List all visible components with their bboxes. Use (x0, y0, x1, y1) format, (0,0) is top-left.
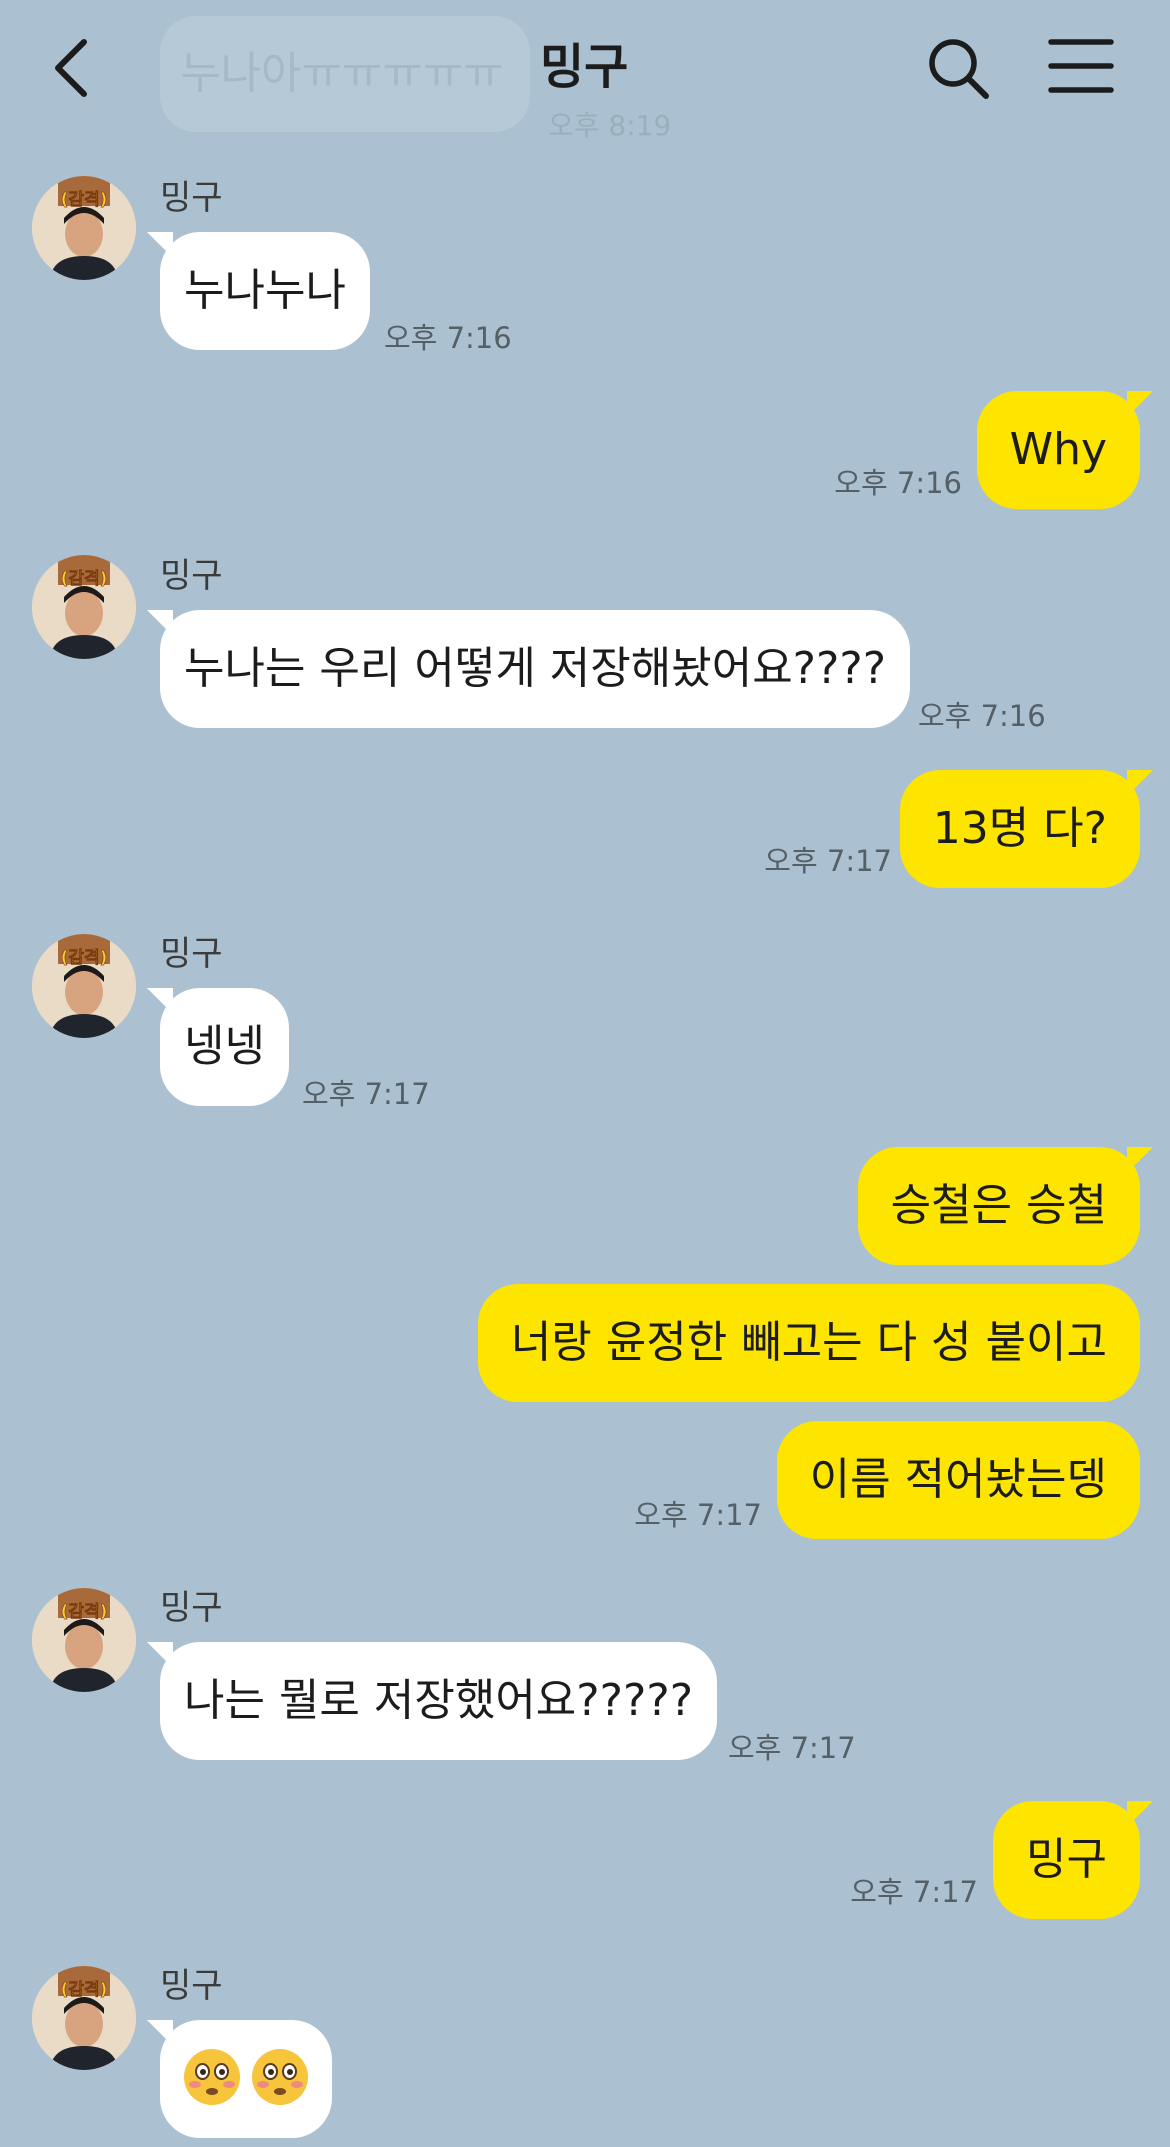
avatar-badge: (감격) (61, 1980, 108, 2000)
message-text: 승철은 승철 (890, 1180, 1107, 1231)
profile-photo: (감격) (32, 1588, 136, 1692)
message-text: 나는 뭘로 저장했어요????? (184, 1675, 694, 1726)
message-bubble-outgoing[interactable]: 이름 적어놨는뎅 (776, 1421, 1140, 1539)
message-time: 오후 7:17 (634, 1498, 762, 1532)
faded-message-text: 누나아ㅠㅠㅠㅠㅠ (180, 48, 504, 99)
message-bubble-incoming[interactable] (147, 2020, 332, 2138)
chat-header: 누나아ㅠㅠㅠㅠㅠ 오후 8:19 밍구 (0, 0, 1170, 142)
avatar[interactable]: (감격) (32, 176, 136, 280)
flushed-face-emoji (184, 2049, 240, 2105)
message-time: 오후 7:16 (834, 466, 962, 500)
message-text: 밍구 (1026, 1834, 1107, 1885)
chevron-left-icon (55, 39, 87, 97)
sender-name: 밍구 (160, 556, 223, 596)
message-bubble-incoming[interactable]: 나는 뭘로 저장했어요????? (146, 1642, 718, 1760)
message-time: 오후 7:17 (728, 1731, 856, 1765)
avatar-badge: (감격) (61, 948, 108, 968)
message-bubble-outgoing[interactable]: 너랑 윤정한 빼고는 다 성 붙이고 (477, 1284, 1140, 1402)
profile-photo: (감격) (32, 1966, 136, 2070)
message-bubble-outgoing[interactable]: 13명 다? (899, 770, 1154, 888)
message-bubble-outgoing[interactable]: Why (976, 391, 1154, 509)
message-text: 이름 적어놨는뎅 (809, 1454, 1107, 1505)
message-text: 넹넹 (184, 1021, 265, 1072)
avatar-badge: (감격) (61, 569, 108, 589)
sender-name: 밍구 (160, 1588, 223, 1628)
message-text: 너랑 윤정한 빼고는 다 성 붙이고 (510, 1317, 1107, 1368)
avatar[interactable]: (감격) (32, 555, 136, 659)
message-time: 오후 7:17 (850, 1875, 978, 1909)
message-time: 오후 7:17 (764, 844, 892, 878)
sender-name: 밍구 (160, 1966, 223, 2006)
faded-message-preview: 누나아ㅠㅠㅠㅠㅠ (160, 16, 530, 132)
message-bubble-incoming[interactable]: 누나누나 (147, 232, 370, 350)
back-button[interactable] (50, 36, 100, 100)
message-bubble-incoming[interactable]: 누나는 우리 어떻게 저장해놨어요???? (146, 610, 911, 728)
message-bubble-outgoing[interactable]: 승철은 승철 (857, 1147, 1154, 1265)
chat-title: 밍구 (540, 39, 629, 95)
sender-name: 밍구 (160, 178, 223, 218)
avatar[interactable]: (감격) (32, 1588, 136, 1692)
search-button[interactable] (924, 34, 994, 104)
message-bubble-outgoing[interactable]: 밍구 (993, 1801, 1153, 1919)
avatar-badge: (감격) (61, 190, 108, 210)
message-text: 13명 다? (932, 803, 1107, 854)
avatar[interactable]: (감격) (32, 934, 136, 1038)
faded-message-time: 오후 8:19 (548, 109, 672, 142)
sender-name: 밍구 (160, 934, 223, 974)
profile-photo: (감격) (32, 934, 136, 1038)
menu-button[interactable] (1048, 36, 1114, 96)
avatar-badge: (감격) (61, 1602, 108, 1622)
flushed-face-emoji (252, 2049, 308, 2105)
message-time: 오후 7:17 (302, 1077, 430, 1111)
search-icon (929, 39, 989, 99)
profile-photo: (감격) (32, 176, 136, 280)
profile-photo: (감격) (32, 555, 136, 659)
message-time: 오후 7:16 (384, 321, 512, 355)
message-text: 누나누나 (184, 265, 346, 316)
avatar[interactable]: (감격) (32, 1966, 136, 2070)
hamburger-menu-icon (1048, 39, 1114, 93)
message-text: Why (1009, 424, 1107, 475)
message-time: 오후 7:16 (918, 699, 1046, 733)
message-bubble-incoming[interactable]: 넹넹 (147, 988, 289, 1106)
message-text: 누나는 우리 어떻게 저장해놨어요???? (184, 643, 887, 694)
